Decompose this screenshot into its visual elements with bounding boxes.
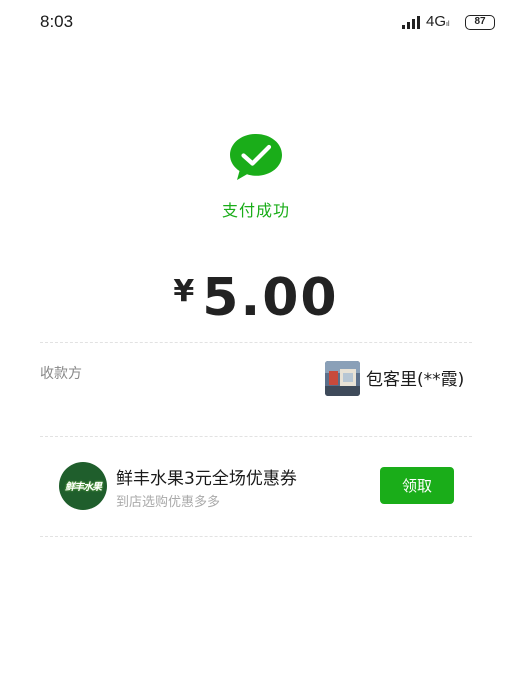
wechat-pay-check-icon [230, 134, 282, 180]
payment-status-text: 支付成功 [221, 201, 290, 220]
status-bar: 8:03 4Gıl 87 [0, 0, 512, 46]
coupon-title: 鲜丰水果3元全场优惠券 [116, 469, 297, 489]
divider [40, 436, 472, 437]
battery-icon: 87 [465, 15, 495, 30]
payee-name: 包客里(**霞) [366, 370, 465, 390]
coupon-subtitle: 到店选购优惠多多 [116, 495, 221, 510]
amount-value: 5.00 [202, 268, 339, 328]
status-time: 8:03 [40, 12, 74, 31]
claim-coupon-button[interactable]: 领取 [380, 467, 454, 504]
payee-avatar [325, 361, 360, 396]
payee-label: 收款方 [40, 366, 82, 382]
coupon-merchant-logo: 鲜丰水果 [59, 462, 107, 510]
currency-symbol: ¥ [173, 274, 195, 309]
coupon-logo-text: 鲜丰水果 [65, 482, 102, 493]
payment-amount: ¥5.00 [0, 268, 512, 328]
divider [40, 342, 472, 343]
network-type: 4G [426, 13, 447, 30]
network-activity: ıl [446, 21, 450, 28]
divider [40, 536, 472, 537]
signal-bars-icon [402, 15, 422, 29]
network-indicator: 4Gıl [426, 13, 450, 30]
